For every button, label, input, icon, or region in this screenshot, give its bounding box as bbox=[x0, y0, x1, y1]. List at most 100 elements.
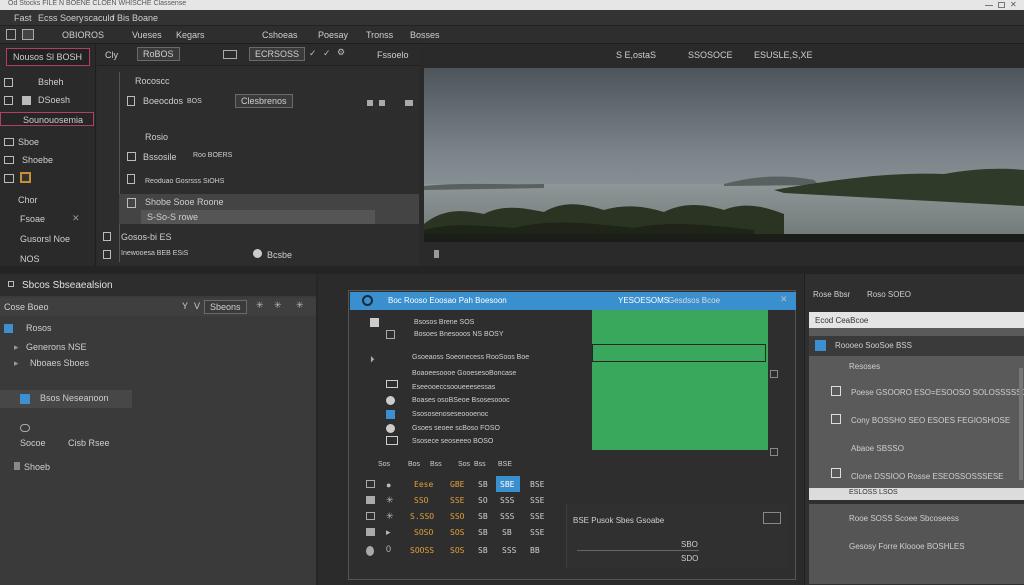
row-icon[interactable] bbox=[366, 546, 374, 556]
marker-icon[interactable] bbox=[434, 250, 439, 258]
left-item[interactable]: Fsoae bbox=[20, 214, 45, 224]
green-clip-selection[interactable] bbox=[592, 344, 766, 362]
toolbar-item[interactable]: Bosses bbox=[410, 30, 440, 40]
inspector-row[interactable]: Clone DSSIOO Rosse ESEOSSOSSSESE bbox=[851, 472, 1004, 481]
left-item[interactable]: Shoebe bbox=[22, 155, 53, 165]
timeline-scrollbar[interactable] bbox=[770, 310, 778, 460]
project-item[interactable]: Shoeb bbox=[24, 462, 50, 472]
maximize-icon[interactable] bbox=[998, 2, 1005, 8]
inspector-scrollbar[interactable] bbox=[1019, 368, 1023, 480]
toolbar-item[interactable]: Poesay bbox=[318, 30, 348, 40]
close-icon[interactable]: ✕ bbox=[780, 294, 788, 305]
menu-item[interactable]: f Bis Boane bbox=[112, 13, 158, 23]
toolbar-item[interactable]: Fssoelo bbox=[377, 50, 409, 60]
toolbar-item[interactable]: Kegars bbox=[176, 30, 205, 40]
row-icon[interactable] bbox=[366, 496, 375, 504]
row-icon[interactable] bbox=[366, 528, 375, 536]
track-icon[interactable] bbox=[386, 410, 395, 419]
browser-row[interactable]: Boeocdos bbox=[143, 96, 183, 106]
close-icon[interactable]: ✕ bbox=[72, 213, 80, 224]
browser-row[interactable]: Reoduao Gosrsss SiOHS bbox=[145, 178, 224, 185]
browser-row[interactable]: Shobe Sooe Roone bbox=[145, 197, 224, 207]
project-label[interactable]: Nousos Sl BOSH bbox=[6, 48, 90, 66]
property-icon[interactable] bbox=[831, 468, 841, 478]
inspector-row[interactable]: Abaoe SBSSO bbox=[851, 444, 904, 453]
track-label[interactable]: Bosoes Bnesooos NS BOSY bbox=[414, 331, 504, 338]
track-icon[interactable] bbox=[386, 436, 398, 445]
project-item-selected[interactable]: Rosos bbox=[4, 322, 64, 336]
expand-icon[interactable]: ▸ bbox=[14, 342, 19, 353]
orange-square-icon[interactable] bbox=[20, 172, 31, 183]
grid-icon[interactable] bbox=[4, 138, 14, 146]
project-item-highlight[interactable]: Bsos Neseanoon bbox=[0, 390, 132, 408]
panel-icon[interactable] bbox=[8, 281, 14, 287]
menu-item[interactable]: scaculo bbox=[84, 13, 115, 23]
inspector-row[interactable]: Poese GSOORO ESO=ESOOSO SOLOSSSSSO bbox=[851, 388, 1024, 397]
grid-icon[interactable] bbox=[367, 100, 373, 106]
project-item[interactable]: Generons NSE bbox=[26, 342, 87, 352]
inspector-footer-row[interactable]: Gesosy Forre Kloooe BOSHLES bbox=[849, 542, 965, 551]
scroll-down-icon[interactable] bbox=[770, 448, 778, 456]
gear-icon[interactable]: ✳ bbox=[274, 300, 282, 311]
track-icon[interactable] bbox=[386, 424, 395, 433]
film-icon[interactable] bbox=[103, 250, 111, 259]
browser-row[interactable]: Bssosile bbox=[143, 152, 177, 162]
row-icon[interactable] bbox=[366, 512, 375, 520]
info-icon[interactable] bbox=[253, 249, 262, 258]
check-icon[interactable]: ✳ bbox=[386, 495, 394, 506]
toolbar-item[interactable]: Tronss bbox=[366, 30, 393, 40]
track-label[interactable]: Eseeooeccsooueeesessas bbox=[412, 384, 495, 391]
expand-icon[interactable]: ▸ bbox=[14, 358, 19, 369]
left-item[interactable]: NOS bbox=[20, 254, 40, 264]
film-icon[interactable] bbox=[127, 174, 135, 184]
inspector-selected[interactable]: Roooeo SooSoe BSS bbox=[809, 336, 1024, 356]
minimize-icon[interactable] bbox=[985, 5, 993, 6]
gear-icon[interactable]: ✳ bbox=[296, 300, 304, 311]
track-icon[interactable] bbox=[386, 396, 395, 405]
left-item[interactable]: DSoesh bbox=[38, 95, 70, 105]
scroll-up-icon[interactable] bbox=[770, 370, 778, 378]
film-icon[interactable] bbox=[103, 232, 111, 241]
app-logo-icon[interactable] bbox=[6, 29, 16, 40]
mail-icon[interactable] bbox=[223, 50, 237, 59]
grid-icon[interactable] bbox=[405, 100, 413, 106]
film-icon[interactable] bbox=[127, 152, 136, 161]
search-scope[interactable]: Sbeons bbox=[204, 300, 247, 314]
left-item[interactable]: Gusorsl Noe bbox=[20, 234, 70, 244]
v-filter-icon[interactable]: V bbox=[194, 301, 200, 311]
film-icon[interactable] bbox=[4, 78, 13, 87]
gear-icon[interactable]: ⚙ bbox=[337, 47, 345, 58]
project-item[interactable]: Nboaes Sboes bbox=[30, 358, 89, 368]
video-frame[interactable] bbox=[424, 68, 1024, 242]
left-item-selected[interactable]: Sounouosemia bbox=[0, 112, 94, 126]
track-icon[interactable] bbox=[386, 380, 398, 388]
toolbar-item[interactable]: Cshoeas bbox=[262, 30, 298, 40]
track-label[interactable]: Bsosos Brene SOS bbox=[414, 319, 474, 326]
link-icon[interactable] bbox=[763, 512, 781, 524]
menu-item[interactable]: Fast bbox=[14, 13, 32, 23]
track-icon[interactable]: ⏵ bbox=[370, 354, 375, 365]
row-icon[interactable] bbox=[366, 480, 375, 488]
track-icon[interactable] bbox=[386, 330, 395, 339]
browser-row[interactable]: Gosos-bi ES bbox=[121, 232, 172, 242]
footer-button[interactable]: Bcsbe bbox=[267, 250, 292, 260]
check-icon[interactable]: 0 bbox=[386, 544, 391, 554]
menu-item[interactable]: Ecss Soery bbox=[38, 13, 84, 23]
track-icon[interactable] bbox=[370, 318, 379, 327]
inspector-tab[interactable]: Roso SOEO bbox=[867, 290, 911, 299]
grid-icon[interactable] bbox=[4, 156, 14, 164]
green-clip[interactable] bbox=[592, 310, 768, 450]
toolbar-item[interactable]: Vueses bbox=[132, 30, 162, 40]
check-icon[interactable]: ✓ bbox=[309, 48, 317, 59]
box-icon[interactable] bbox=[4, 174, 14, 183]
check-icon[interactable]: ✳ bbox=[386, 511, 394, 522]
project-item[interactable]: Socoe bbox=[20, 438, 46, 448]
gear-icon[interactable]: ✳ bbox=[256, 300, 264, 311]
inspector-footer-row[interactable]: Rooe SOSS Scoee Sbcoseess bbox=[849, 514, 959, 523]
toolbar-item[interactable]: Cly bbox=[105, 50, 118, 60]
track-label[interactable]: Ssosece seoseeeo BOSO bbox=[412, 438, 493, 445]
left-item[interactable]: Sboe bbox=[18, 137, 39, 147]
property-icon[interactable] bbox=[831, 386, 841, 396]
browser-row[interactable]: Rosio bbox=[145, 132, 168, 142]
left-item[interactable]: Chor bbox=[18, 195, 38, 205]
